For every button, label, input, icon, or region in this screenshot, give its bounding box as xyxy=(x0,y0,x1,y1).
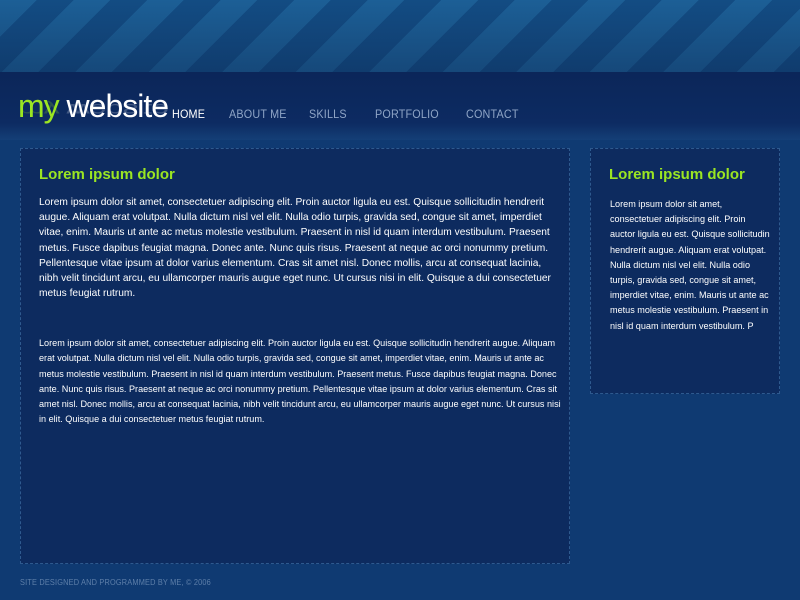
nav-contact[interactable]: CONTACT xyxy=(466,107,519,121)
header-stripe-banner xyxy=(0,0,800,72)
sidebar-panel: Lorem ipsum dolor Lorem ipsum dolor sit … xyxy=(590,148,780,394)
logo-reflection: my website xyxy=(18,100,168,120)
nav-skills[interactable]: SKILLS xyxy=(309,107,347,121)
main-paragraph-1: Lorem ipsum dolor sit amet, consectetuer… xyxy=(39,197,551,300)
main-paragraph-2: Lorem ipsum dolor sit amet, consectetuer… xyxy=(39,338,561,425)
sidebar-paragraph: Lorem ipsum dolor sit amet, consectetuer… xyxy=(610,199,770,331)
main-content-panel: Lorem ipsum dolor Lorem ipsum dolor sit … xyxy=(20,148,570,564)
main-heading: Lorem ipsum dolor xyxy=(39,166,175,183)
logo-reflection-website: website xyxy=(58,100,169,120)
nav-portfolio[interactable]: PORTFOLIO xyxy=(375,107,439,121)
logo-reflection-my: my xyxy=(18,100,59,120)
nav-home[interactable]: HOME xyxy=(172,107,205,121)
footer-credit: SITE DESIGNED AND PROGRAMMED BY ME, © 20… xyxy=(20,578,211,587)
sidebar-heading: Lorem ipsum dolor xyxy=(609,166,745,183)
nav-about-me[interactable]: ABOUT ME xyxy=(229,107,287,121)
